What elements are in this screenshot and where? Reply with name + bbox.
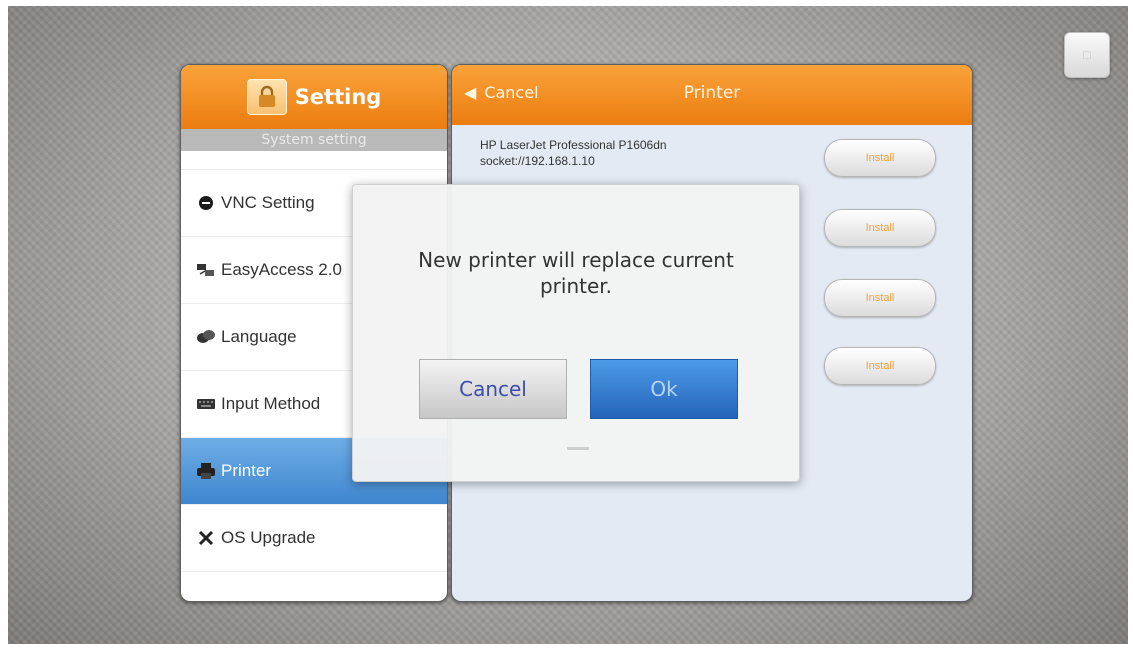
menu-item-partial[interactable] xyxy=(181,151,447,170)
settings-title: Setting xyxy=(294,85,382,109)
screen-background: □ Setting System setting VNC Setting Eas… xyxy=(8,6,1128,644)
printer-header: ◀ Cancel Printer xyxy=(452,65,972,125)
printer-name: HP LaserJet Professional P1606dn xyxy=(480,138,667,152)
printer-title: Printer xyxy=(683,83,741,103)
install-button[interactable]: Install xyxy=(824,139,936,177)
install-button[interactable]: Install xyxy=(824,347,936,385)
menu-item-label: Language xyxy=(221,327,297,346)
install-button[interactable]: Install xyxy=(824,279,936,317)
dialog-handle xyxy=(567,447,589,450)
keyboard-icon xyxy=(195,393,217,415)
dialog-message-line1: New printer will replace current xyxy=(418,248,734,272)
dialog-message-line2: printer. xyxy=(539,274,613,298)
vnc-icon xyxy=(195,192,217,214)
lock-icon xyxy=(246,79,287,115)
menu-item-label: Printer xyxy=(221,461,272,480)
dialog-message: New printer will replace current printer… xyxy=(353,247,799,299)
printer-row: HP LaserJet Professional P1606dn socket:… xyxy=(452,125,972,193)
printer-icon xyxy=(195,460,217,482)
dialog-cancel-button[interactable]: Cancel xyxy=(419,359,567,419)
menu-item-label: Input Method xyxy=(221,394,321,413)
language-icon xyxy=(195,326,217,348)
corner-button-glyph: □ xyxy=(1082,49,1092,61)
menu-item-label: VNC Setting xyxy=(221,193,315,212)
menu-item-os-upgrade[interactable]: OS Upgrade xyxy=(181,505,447,572)
printer-info: HP LaserJet Professional P1606dn socket:… xyxy=(480,137,667,169)
install-button[interactable]: Install xyxy=(824,209,936,247)
settings-header: Setting xyxy=(181,65,447,129)
menu-item-label: OS Upgrade xyxy=(221,528,316,547)
tools-icon xyxy=(195,527,217,549)
easyaccess-icon xyxy=(195,259,217,281)
dialog-ok-button[interactable]: Ok xyxy=(590,359,738,419)
printer-uri: socket://192.168.1.10 xyxy=(480,154,595,168)
settings-subtitle: System setting xyxy=(181,129,447,151)
corner-button[interactable]: □ xyxy=(1064,32,1110,78)
menu-item-label: EasyAccess 2.0 xyxy=(221,260,342,279)
confirm-dialog: New printer will replace current printer… xyxy=(352,184,800,482)
